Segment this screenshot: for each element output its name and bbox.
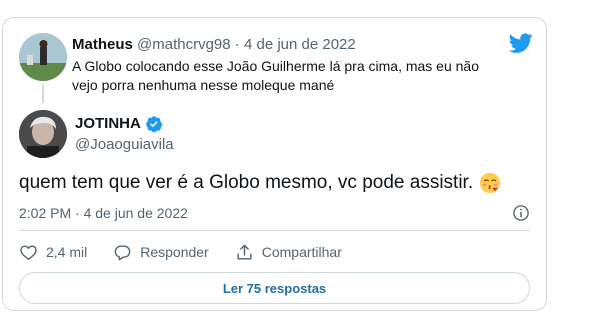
reply-author-name[interactable]: Matheus [72,36,133,53]
avatar[interactable] [19,33,67,81]
like-button[interactable]: 2,4 mil [19,243,87,262]
kissing-face-icon [480,172,501,194]
reply-date[interactable]: 4 de jun de 2022 [244,36,356,53]
comment-icon [114,244,131,260]
action-bar: 2,4 mil Responder Compartilhar [19,240,368,264]
tweet-text: quem tem que ver é a Globo mesmo, vc pod… [19,170,501,196]
heart-icon [20,244,37,260]
share-label: Compartilhar [261,244,342,260]
share-icon [237,244,252,260]
author-handle[interactable]: @Joaoguiavila [75,135,174,155]
author-display-name[interactable]: JOTINHA [75,114,141,134]
reply-author-handle[interactable]: @mathcrvg98 [137,36,231,53]
reply-label: Responder [140,244,209,260]
reply-text: A Globo colocando esse João Guilherme lá… [72,58,480,93]
tweet-body: quem tem que ver é a Globo mesmo, vc pod… [19,172,474,193]
timestamp-row: 2:02 PM · 4 de jun de 2022 [19,202,530,224]
reply-header: Matheus @mathcrvg98 · 4 de jun de 2022 [72,35,356,55]
author-name[interactable]: JOTINHA [75,114,163,134]
verified-badge-icon [145,116,163,133]
like-count: 2,4 mil [46,244,88,260]
share-button[interactable]: Compartilhar [235,243,342,262]
read-replies-button[interactable]: Ler 75 respostas [19,272,530,304]
reply-button[interactable]: Responder [113,243,209,262]
timestamp[interactable]: 2:02 PM · 4 de jun de 2022 [19,205,188,221]
info-icon[interactable] [512,204,530,222]
separator: · [234,36,240,53]
avatar[interactable] [19,110,67,158]
quoted-reply[interactable]: Matheus @mathcrvg98 · 4 de jun de 2022 A… [19,33,530,103]
thread-line [42,85,44,103]
author-header[interactable]: JOTINHA @Joaoguiavila [19,110,419,162]
divider [19,230,530,231]
tweet-card: Matheus @mathcrvg98 · 4 de jun de 2022 A… [2,17,547,311]
